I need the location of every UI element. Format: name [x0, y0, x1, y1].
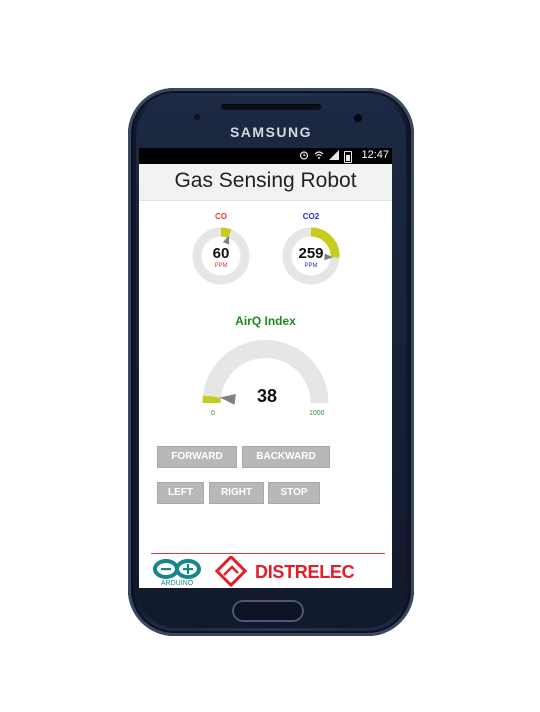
front-camera-icon	[354, 114, 362, 122]
status-bar: 12:47	[139, 148, 392, 164]
status-time: 12:47	[361, 149, 389, 161]
phone-screen: 12:47 Gas Sensing Robot CO 60 PPM CO2 25…	[139, 148, 392, 588]
signal-icon	[329, 150, 339, 164]
proximity-sensor-icon	[194, 114, 200, 120]
airq-min-label: 0	[211, 410, 215, 417]
status-icons	[299, 150, 352, 164]
backward-button[interactable]: BACKWARD	[242, 446, 330, 468]
co-gauge: CO 60 PPM	[189, 212, 253, 292]
co2-gauge-label: CO2	[302, 212, 320, 221]
home-button[interactable]	[232, 600, 304, 622]
co-gauge-unit: PPM	[214, 263, 228, 269]
distrelec-logo: DISTRELEC	[215, 556, 385, 588]
arduino-wordmark: ARDUINO	[160, 580, 194, 587]
distrelec-emblem-icon	[215, 556, 248, 588]
co-gauge-value: 60	[212, 245, 230, 262]
battery-icon	[344, 151, 352, 163]
airq-needle-icon	[219, 394, 236, 405]
alarm-icon	[299, 150, 309, 164]
app-title-bar: Gas Sensing Robot	[139, 164, 392, 201]
left-button[interactable]: LEFT	[157, 482, 204, 504]
distrelec-wordmark: DISTRELEC	[255, 562, 355, 582]
right-button[interactable]: RIGHT	[209, 482, 264, 504]
footer-divider	[151, 553, 385, 554]
arduino-logo: ARDUINO	[151, 558, 203, 588]
airq-max-label: 1000	[309, 410, 325, 417]
co-gauge-fill	[220, 227, 232, 238]
earpiece-speaker	[221, 104, 321, 110]
stop-button[interactable]: STOP	[268, 482, 320, 504]
arduino-infinity-icon	[153, 559, 201, 579]
co2-gauge-value: 259	[298, 245, 324, 262]
wifi-icon	[314, 150, 324, 164]
app-title: Gas Sensing Robot	[174, 169, 357, 192]
co2-gauge-unit: PPM	[304, 263, 318, 269]
forward-button[interactable]: FORWARD	[157, 446, 237, 468]
airq-value: 38	[256, 386, 278, 406]
co2-gauge: CO2 259 PPM	[279, 212, 343, 292]
co-gauge-label: CO	[215, 212, 227, 221]
device-brand: SAMSUNG	[229, 124, 313, 140]
